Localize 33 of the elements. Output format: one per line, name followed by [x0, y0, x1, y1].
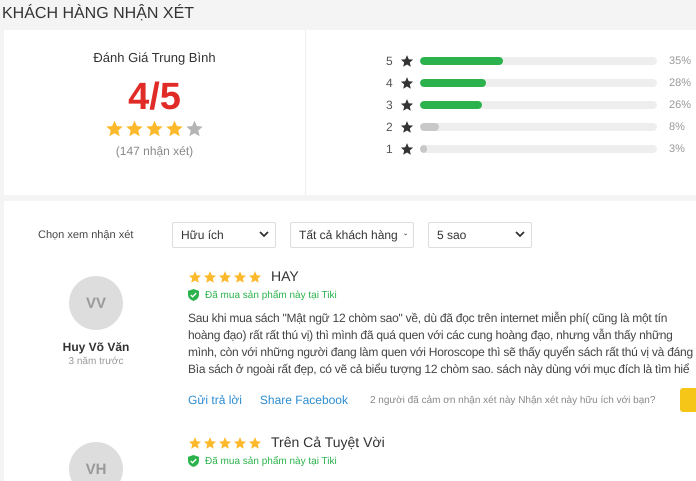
review-text-line: mình, còn với những người đang làm quen với Horoscope thì sẽ thấy quyển sách rất thú vị và đáng — [188, 344, 694, 361]
filter-dropdown[interactable]: Tất cả khách hàng — [290, 222, 414, 248]
verified-purchase-label: Đã mua sản phẩm này tại Tiki — [205, 290, 337, 300]
star-level-label: 5 — [386, 54, 394, 68]
section-heading: KHÁCH HÀNG NHẬN XÉT — [1, 3, 196, 24]
percent-label: 8% — [669, 121, 685, 133]
filter-label: Chọn xem nhận xét — [38, 228, 134, 240]
verified-purchase-label: Đã mua sản phẩm này tại Tiki — [205, 456, 337, 466]
filter-dropdown[interactable]: 5 sao — [428, 222, 532, 248]
star-level-label: 2 — [386, 120, 394, 134]
avatar: VH — [69, 442, 123, 481]
reviewer-name: Huy Võ Văn — [62, 340, 130, 354]
star-level-label: 4 — [386, 76, 394, 90]
percent-label: 35% — [669, 55, 692, 67]
avatar: VV — [69, 276, 123, 330]
review-text-line: Bìa sách ở ngoài rất đẹp, có vẽ cả biểu tượng 12 chòm sao. sách này dùng với mục đích là tìm hiể — [188, 361, 690, 378]
percent-label: 3% — [669, 143, 685, 155]
percent-label: 28% — [669, 77, 692, 89]
review-text-line: hoàng đạo) rất rất thú vị) thì mình đã quá quen với các cung hoàng đạo, nhưng vẫn thấy những — [188, 327, 674, 344]
star-level-label: 1 — [386, 142, 394, 156]
star-level-label: 3 — [386, 98, 394, 112]
review-text-line: Sau khi mua sách "Mật ngữ 12 chòm sao" về, dù đã đọc trên internet miễn phí( cũng là một tín — [188, 310, 668, 327]
review-title: Trên Cả Tuyệt Vời — [271, 434, 385, 450]
thanks-note: 2 người đã cảm ơn nhận xét này Nhận xét này hữu ích với bạn? — [370, 394, 656, 406]
review-time: 3 năm trước — [68, 356, 124, 367]
review-count: (147 nhận xét) — [116, 144, 194, 158]
share-facebook-link[interactable]: Share Facebook — [260, 393, 348, 407]
percent-label: 26% — [669, 99, 692, 111]
review-title: HAY — [271, 268, 299, 284]
filter-dropdown[interactable]: Hữu ích — [172, 222, 276, 248]
reply-link[interactable]: Gửi trả lời — [188, 393, 242, 407]
average-score: 4/5 — [128, 77, 181, 117]
summary-title: Đánh Giá Trung Bình — [93, 50, 216, 65]
